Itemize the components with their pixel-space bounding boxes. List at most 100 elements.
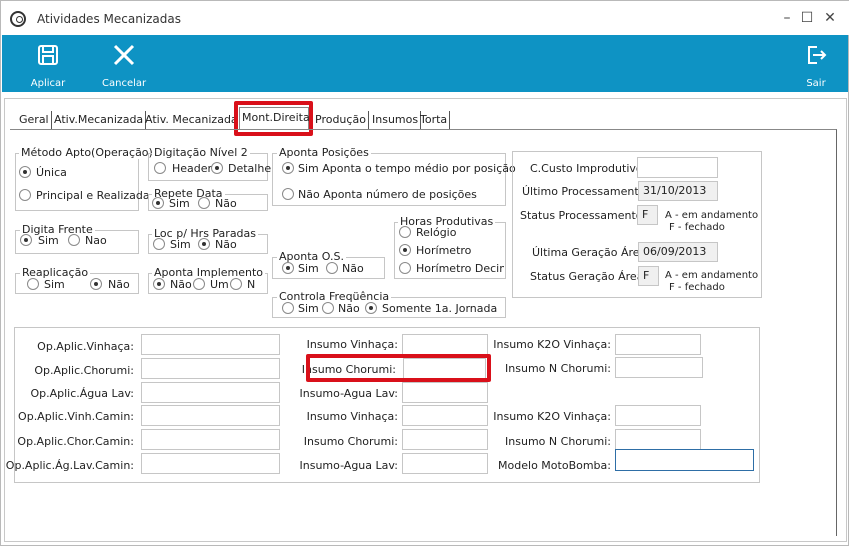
- radio-label: Não: [108, 278, 130, 291]
- field-highlight-box: [306, 354, 491, 382]
- status-processamento-value: F: [637, 205, 658, 225]
- input-op-aplic-chorumi[interactable]: [141, 358, 280, 379]
- radio-label: Sim: [298, 302, 319, 315]
- radio-reaplicacao-sim[interactable]: [27, 278, 39, 290]
- input-insumo-k2o-vinhaca[interactable]: [615, 334, 701, 355]
- input-op-aplic-ag-lav-camin[interactable]: [141, 453, 280, 474]
- ultimo-processamento-label: Último Processamento:: [522, 185, 650, 198]
- label-insumo-vinhaca-2: Insumo Vinhaça:: [306, 410, 398, 423]
- radio-unica[interactable]: [19, 166, 31, 178]
- label-insumo-vinhaca: Insumo Vinhaça:: [306, 338, 398, 351]
- ccusto-input[interactable]: [637, 157, 718, 178]
- radio-label: Principal e Realizada: [36, 189, 150, 202]
- radio-relogio[interactable]: [399, 226, 411, 238]
- input-op-aplic-vinhaca[interactable]: [141, 334, 280, 355]
- radio-label: Única: [36, 166, 67, 179]
- ultima-geracao-value: 06/09/2013: [638, 242, 718, 262]
- input-insumo-n-chorumi[interactable]: [615, 357, 703, 378]
- tab-torta[interactable]: Torta: [418, 111, 451, 129]
- apply-label: Aplicar: [30, 78, 66, 89]
- group-aponta-posicoes: Aponta Posições Sim Aponta o tempo médio…: [272, 146, 516, 206]
- radio-label: Detalhe: [228, 162, 272, 175]
- radio-label: Não: [215, 238, 237, 251]
- radio-label: Um: [210, 278, 229, 291]
- radio-posicoes-sim[interactable]: [282, 162, 294, 174]
- input-insumo-agua-lav[interactable]: [402, 382, 488, 403]
- radio-repete-sim[interactable]: [152, 197, 164, 209]
- close-button[interactable]: ✕: [822, 10, 838, 26]
- radio-os-nao[interactable]: [326, 262, 338, 274]
- radio-label: Não: [342, 262, 364, 275]
- input-op-aplic-chor-camin[interactable]: [141, 429, 280, 450]
- input-insumo-chorumi-2[interactable]: [402, 429, 488, 450]
- radio-implemento-n[interactable]: [230, 278, 242, 290]
- save-icon: [38, 45, 58, 65]
- radio-frequencia-nao[interactable]: [322, 302, 334, 314]
- group-aponta-implemento: Aponta Implemento Não Um N: [148, 266, 268, 294]
- input-insumo-n-chorumi-2[interactable]: [615, 429, 701, 450]
- status-geracao-note-f: F - fechado: [669, 282, 725, 293]
- label-insumo-n-chorumi: Insumo N Chorumi:: [505, 362, 611, 375]
- cancel-button[interactable]: Cancelar: [102, 41, 146, 89]
- radio-loc-nao[interactable]: [198, 238, 210, 250]
- radio-loc-sim[interactable]: [153, 238, 165, 250]
- status-geracao-value: F: [638, 266, 659, 286]
- radio-frequencia-somente[interactable]: [365, 302, 377, 314]
- radio-label: Sim: [298, 262, 319, 275]
- input-op-aplic-agua-lav[interactable]: [141, 382, 280, 403]
- radio-label: Relógio: [416, 226, 457, 239]
- label-modelo-motobomba: Modelo MotoBomba:: [498, 459, 611, 472]
- status-processamento-label: Status Processamento:: [520, 209, 647, 222]
- tab-ativ-mecanizada-2[interactable]: Ativ. Mecanizada: [143, 111, 241, 129]
- label-op-aplic-chorumi: Op.Aplic.Chorumi:: [34, 364, 134, 377]
- group-title: Método Apto(Operação): [19, 146, 155, 159]
- radio-label: Horímetro: [416, 244, 472, 257]
- radio-label: Header: [172, 162, 213, 175]
- tab-insumos[interactable]: Insumos: [370, 111, 422, 129]
- label-op-aplic-ag-lav-camin: Op.Aplic.Ág.Lav.Camin:: [5, 459, 134, 472]
- radio-frente-nao[interactable]: [68, 234, 80, 246]
- radio-posicoes-nao[interactable]: [282, 188, 294, 200]
- label-insumo-k2o-vinhaca: Insumo K2O Vinhaça:: [493, 338, 611, 351]
- cancel-label: Cancelar: [102, 78, 147, 89]
- input-insumo-vinhaca[interactable]: [402, 334, 488, 355]
- radio-label: Não Aponta número de posições: [298, 188, 477, 201]
- group-title: Aponta Posições: [277, 146, 371, 159]
- radio-repete-nao[interactable]: [198, 197, 210, 209]
- tab-ativ-mecanizada[interactable]: Ativ.Mecanizada: [52, 111, 147, 129]
- group-title: Digitação Nível 2: [152, 146, 250, 159]
- radio-header[interactable]: [154, 162, 166, 174]
- radio-reaplicacao-nao[interactable]: [90, 278, 102, 290]
- input-insumo-vinhaca-2[interactable]: [402, 405, 488, 426]
- input-op-aplic-vinh-camin[interactable]: [141, 405, 280, 426]
- group-digita-frente: Digita Frente Sim Nao: [15, 223, 139, 254]
- radio-implemento-nao[interactable]: [153, 278, 165, 290]
- radio-horimetro[interactable]: [399, 244, 411, 256]
- radio-principal-realizada[interactable]: [19, 189, 31, 201]
- radio-label: Sim: [38, 234, 59, 247]
- tab-geral[interactable]: Geral: [17, 111, 52, 129]
- maximize-button[interactable]: ☐: [799, 10, 815, 26]
- status-geracao-note-a: A - em andamento: [665, 270, 759, 281]
- radio-label: N: [247, 278, 256, 291]
- radio-frequencia-sim[interactable]: [282, 302, 294, 314]
- radio-label: Sim: [44, 278, 65, 291]
- radio-label: Horímetro Decimal: [416, 262, 504, 275]
- radio-label: Nao: [85, 234, 107, 247]
- app-logo-icon: [10, 11, 26, 27]
- exit-button[interactable]: Sair: [802, 41, 830, 89]
- radio-os-sim[interactable]: [282, 262, 294, 274]
- apply-button[interactable]: Aplicar: [28, 41, 68, 89]
- tab-producao[interactable]: Produção: [313, 111, 369, 129]
- radio-label: Somente 1a. Jornada: [382, 302, 498, 315]
- input-modelo-motobomba[interactable]: [615, 449, 754, 471]
- radio-detalhe[interactable]: [211, 162, 223, 174]
- radio-horimetro-decimal[interactable]: [399, 262, 411, 274]
- radio-implemento-um[interactable]: [193, 278, 205, 290]
- group-metodo-apto: Método Apto(Operação) Única Principal e …: [15, 146, 155, 211]
- label-op-aplic-vinhaca: Op.Aplic.Vinhaça:: [37, 340, 134, 353]
- radio-frente-sim[interactable]: [20, 234, 32, 246]
- minimize-button[interactable]: –: [779, 10, 795, 26]
- input-insumo-k2o-vinhaca-2[interactable]: [615, 405, 701, 426]
- input-insumo-agua-lav-2[interactable]: [402, 453, 488, 474]
